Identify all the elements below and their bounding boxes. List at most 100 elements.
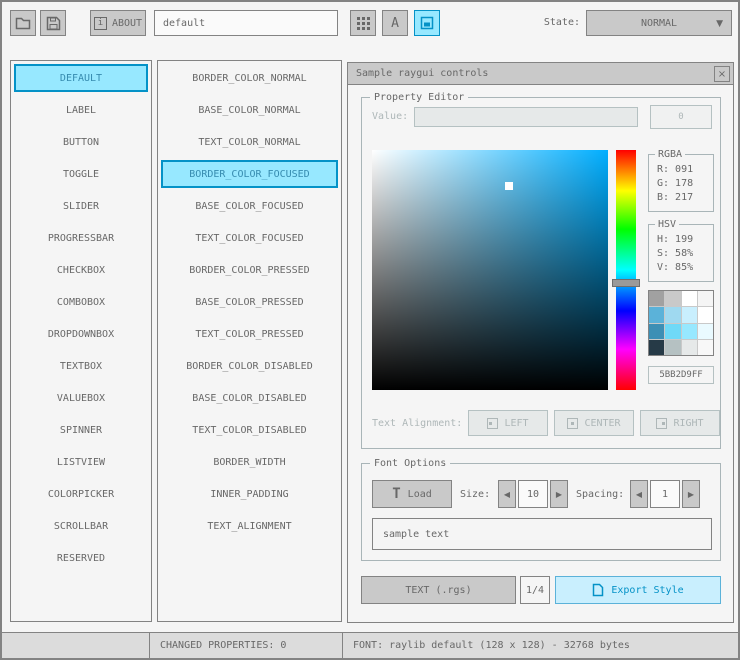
font-mode-button[interactable]: A bbox=[382, 10, 408, 36]
export-style-button[interactable]: Export Style bbox=[555, 576, 721, 604]
rgba-blue-value: B: 217 bbox=[657, 192, 694, 203]
palette-color-swatch[interactable] bbox=[649, 339, 665, 355]
font-spacing-value[interactable]: 1 bbox=[650, 480, 680, 508]
properties-list-item[interactable]: BASE_COLOR_FOCUSED bbox=[161, 192, 338, 220]
font-size-increase-button[interactable]: ▶ bbox=[550, 480, 568, 508]
controls-list-item[interactable]: SCROLLBAR bbox=[14, 512, 148, 540]
align-center-label: CENTER bbox=[584, 417, 621, 429]
align-left-button-disabled: LEFT bbox=[468, 410, 548, 436]
properties-list-item[interactable]: BORDER_COLOR_DISABLED bbox=[161, 352, 338, 380]
properties-list-item[interactable]: BORDER_WIDTH bbox=[161, 448, 338, 476]
hue-bar[interactable] bbox=[612, 150, 640, 390]
palette-color-swatch[interactable] bbox=[697, 291, 713, 307]
properties-list-item[interactable]: TEXT_COLOR_DISABLED bbox=[161, 416, 338, 444]
state-label: State: bbox=[543, 17, 580, 28]
export-style-label: Export Style bbox=[611, 584, 684, 596]
font-size-value-text: 10 bbox=[526, 488, 540, 500]
about-button[interactable]: i ABOUT bbox=[90, 10, 146, 36]
properties-list-item[interactable]: BASE_COLOR_DISABLED bbox=[161, 384, 338, 412]
controls-list-item[interactable]: TEXTBOX bbox=[14, 352, 148, 380]
palette-color-swatch[interactable] bbox=[649, 291, 665, 307]
properties-list-item[interactable]: TEXT_COLOR_FOCUSED bbox=[161, 224, 338, 252]
palette-color-swatch[interactable] bbox=[681, 291, 697, 307]
font-size-decrease-button[interactable]: ◀ bbox=[498, 480, 516, 508]
palette-color-swatch[interactable] bbox=[697, 323, 713, 339]
controls-list-item[interactable]: RESERVED bbox=[14, 544, 148, 572]
controls-list-item[interactable]: CHECKBOX bbox=[14, 256, 148, 284]
font-size-value[interactable]: 10 bbox=[518, 480, 548, 508]
value-input-disabled bbox=[414, 107, 638, 127]
properties-list-item[interactable]: BASE_COLOR_NORMAL bbox=[161, 96, 338, 124]
chevron-left-icon: ◀ bbox=[503, 489, 511, 499]
controls-list-item[interactable]: SLIDER bbox=[14, 192, 148, 220]
controls-list-item[interactable]: DEFAULT bbox=[14, 64, 148, 92]
properties-list-item[interactable]: TEXT_ALIGNMENT bbox=[161, 512, 338, 540]
controls-list-item[interactable]: BUTTON bbox=[14, 128, 148, 156]
controls-list-item[interactable]: PROGRESSBAR bbox=[14, 224, 148, 252]
color-picker-marker[interactable] bbox=[504, 182, 513, 190]
properties-list-item[interactable]: INNER_PADDING bbox=[161, 480, 338, 508]
palette-color-swatch[interactable] bbox=[665, 323, 681, 339]
font-spacing-increase-button[interactable]: ▶ bbox=[682, 480, 700, 508]
style-box-icon bbox=[420, 16, 434, 30]
page-indicator: 1/4 bbox=[520, 576, 550, 604]
export-format-label: TEXT (.rgs) bbox=[405, 584, 472, 596]
properties-list-item[interactable]: TEXT_COLOR_NORMAL bbox=[161, 128, 338, 156]
font-sample-textbox[interactable]: sample text bbox=[372, 518, 712, 550]
properties-list-item[interactable]: BASE_COLOR_PRESSED bbox=[161, 288, 338, 316]
grid-view-button[interactable] bbox=[350, 10, 376, 36]
align-center-button-disabled: CENTER bbox=[554, 410, 634, 436]
controls-list-item[interactable]: SPINNER bbox=[14, 416, 148, 444]
hex-color-value: 5BB2D9FF bbox=[659, 370, 703, 380]
palette-color-swatch[interactable] bbox=[665, 307, 681, 323]
font-options-group: Font Options T Load Size: ◀ 10 ▶ Spacing… bbox=[361, 457, 721, 561]
hue-slider-handle[interactable] bbox=[612, 278, 640, 287]
properties-list-item[interactable]: TEXT_COLOR_PRESSED bbox=[161, 320, 338, 348]
font-spacing-decrease-button[interactable]: ◀ bbox=[630, 480, 648, 508]
export-format-button[interactable]: TEXT (.rgs) bbox=[361, 576, 516, 604]
info-icon: i bbox=[93, 16, 107, 30]
save-style-button[interactable] bbox=[40, 10, 66, 36]
properties-list: BORDER_COLOR_NORMAL BASE_COLOR_NORMAL TEXT… bbox=[157, 60, 342, 622]
palette-color-swatch[interactable] bbox=[681, 307, 697, 323]
rguistyler-window: i ABOUT A State: NORMAL ▼ DEFAULT LABEL BU… bbox=[0, 0, 740, 660]
font-load-label: Load bbox=[407, 488, 432, 500]
open-style-button[interactable] bbox=[10, 10, 36, 36]
palette-color-swatch[interactable] bbox=[649, 307, 665, 323]
palette-color-swatch[interactable] bbox=[697, 339, 713, 355]
properties-list-item[interactable]: BORDER_COLOR_PRESSED bbox=[161, 256, 338, 284]
state-dropdown[interactable]: NORMAL ▼ bbox=[586, 10, 732, 36]
about-button-label: ABOUT bbox=[111, 17, 143, 29]
status-bar: CHANGED PROPERTIES: 0 FONT: raylib defau… bbox=[2, 632, 738, 658]
style-name-input[interactable] bbox=[154, 10, 338, 36]
palette-color-swatch[interactable] bbox=[681, 323, 697, 339]
controls-list-item[interactable]: VALUEBOX bbox=[14, 384, 148, 412]
properties-list-item[interactable]: BORDER_COLOR_NORMAL bbox=[161, 64, 338, 92]
controls-list-item[interactable]: LISTVIEW bbox=[14, 448, 148, 476]
palette-color-swatch[interactable] bbox=[665, 339, 681, 355]
window-titlebar: Sample raygui controls bbox=[348, 63, 733, 85]
status-changed-properties: CHANGED PROPERTIES: 0 bbox=[150, 633, 343, 658]
palette-color-swatch[interactable] bbox=[681, 339, 697, 355]
font-T-icon: T bbox=[392, 486, 401, 502]
controls-list-item[interactable]: COLORPICKER bbox=[14, 480, 148, 508]
palette-color-swatch[interactable] bbox=[697, 307, 713, 323]
controls-list-item[interactable]: TOGGLE bbox=[14, 160, 148, 188]
palette-color-swatch[interactable] bbox=[665, 291, 681, 307]
window-close-button[interactable]: × bbox=[714, 66, 730, 82]
color-saturation-value-panel[interactable] bbox=[372, 150, 608, 390]
status-font-info: FONT: raylib default (128 x 128) - 32768… bbox=[343, 633, 738, 658]
palette-color-swatch[interactable] bbox=[649, 323, 665, 339]
chevron-down-icon: ▼ bbox=[716, 19, 723, 29]
properties-list-item[interactable]: BORDER_COLOR_FOCUSED bbox=[161, 160, 338, 188]
rgba-green-value: G: 178 bbox=[657, 178, 694, 189]
sample-controls-window: Sample raygui controls × Property Editor… bbox=[347, 62, 734, 623]
align-right-icon bbox=[656, 417, 668, 429]
font-spacing-value-text: 1 bbox=[661, 488, 669, 500]
controls-list-item[interactable]: DROPDOWNBOX bbox=[14, 320, 148, 348]
controls-list-item[interactable]: LABEL bbox=[14, 96, 148, 124]
controls-list-item[interactable]: COMBOBOX bbox=[14, 288, 148, 316]
hex-color-textbox[interactable]: 5BB2D9FF bbox=[648, 366, 714, 384]
style-mode-button-active[interactable] bbox=[414, 10, 440, 36]
font-load-button[interactable]: T Load bbox=[372, 480, 452, 508]
